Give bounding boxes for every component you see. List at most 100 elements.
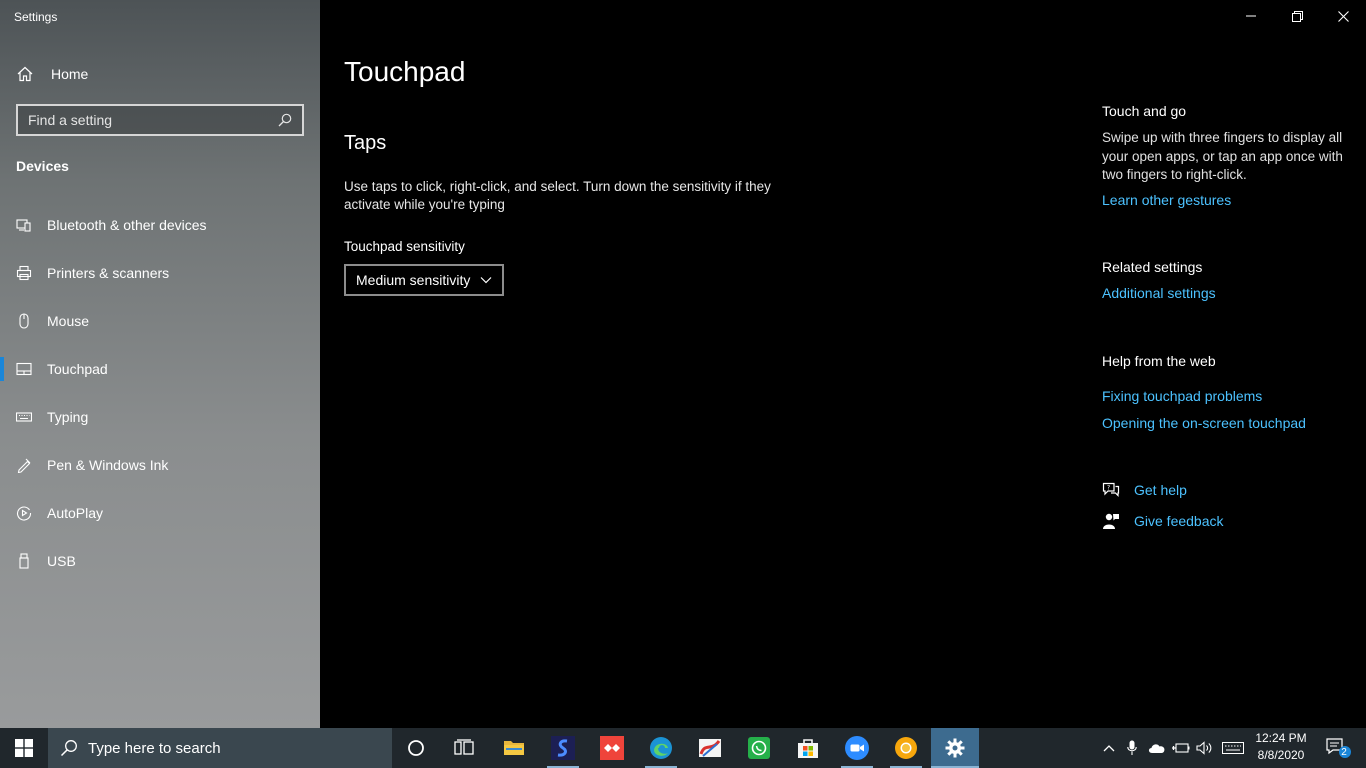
- slack-app-button[interactable]: [539, 728, 587, 768]
- touchpad-icon: [16, 361, 32, 377]
- restore-icon: [1291, 10, 1303, 22]
- restore-button[interactable]: [1274, 0, 1320, 32]
- get-help-row[interactable]: ? Get help: [1102, 481, 1187, 499]
- usb-icon: [16, 553, 32, 569]
- taskbar-clock[interactable]: 12:24 PM 8/8/2020: [1252, 730, 1310, 764]
- fixing-touchpad-link[interactable]: Fixing touchpad problems: [1102, 388, 1352, 404]
- whatsapp-icon: [748, 737, 770, 759]
- sensitivity-label: Touchpad sensitivity: [344, 239, 465, 254]
- zoom-icon: [845, 736, 869, 760]
- touch-text: Swipe up with three fingers to display a…: [1102, 130, 1343, 182]
- touch-heading: Touch and go: [1102, 103, 1187, 119]
- minimize-icon: [1246, 15, 1256, 17]
- settings-search-input[interactable]: [18, 112, 278, 128]
- onscreen-touchpad-link[interactable]: Opening the on-screen touchpad: [1102, 415, 1352, 431]
- taskbar-search-box[interactable]: Type here to search: [48, 728, 392, 768]
- bluetooth-devices-icon: [16, 217, 32, 233]
- sidebar-item-typing[interactable]: Typing: [0, 393, 320, 441]
- keyboard-icon: [16, 409, 32, 425]
- sidebar: Settings Home Devices Bluetooth & other …: [0, 0, 320, 728]
- home-nav-item[interactable]: Home: [16, 62, 88, 86]
- task-view-button[interactable]: [440, 728, 488, 768]
- learn-gestures-link[interactable]: Learn other gestures: [1102, 192, 1352, 208]
- edge-icon: [650, 737, 672, 759]
- sidebar-item-bluetooth[interactable]: Bluetooth & other devices: [0, 201, 320, 249]
- anydesk-icon: [600, 736, 624, 760]
- taskbar: Type here to search 12:24 PM 8/8/2020 2: [0, 728, 1366, 768]
- whatsapp-app-button[interactable]: [735, 728, 783, 768]
- chevron-up-icon: [1103, 745, 1115, 752]
- chrome-canary-app-button[interactable]: [882, 728, 930, 768]
- notification-badge: 2: [1341, 747, 1347, 758]
- printer-icon: [16, 265, 32, 281]
- sidebar-item-printers[interactable]: Printers & scanners: [0, 249, 320, 297]
- close-icon: [1337, 10, 1349, 22]
- store-app-button[interactable]: [784, 728, 832, 768]
- battery-tray-button[interactable]: [1170, 728, 1192, 768]
- minimize-button[interactable]: [1228, 0, 1274, 32]
- sidebar-nav: Bluetooth & other devices Printers & sca…: [0, 201, 320, 585]
- additional-settings-link[interactable]: Additional settings: [1102, 285, 1352, 301]
- settings-search-box[interactable]: [16, 104, 304, 136]
- sidebar-item-label: Bluetooth & other devices: [47, 217, 207, 233]
- give-feedback-row[interactable]: Give feedback: [1102, 512, 1224, 530]
- speaker-icon: [1196, 741, 1212, 755]
- taskbar-search-placeholder: Type here to search: [88, 739, 221, 757]
- start-button[interactable]: [0, 728, 48, 768]
- feedback-icon: [1103, 513, 1119, 529]
- mouse-icon: [16, 313, 32, 329]
- chrome-canary-icon: [895, 737, 917, 759]
- onedrive-tray-button[interactable]: [1146, 728, 1168, 768]
- show-hidden-icons-button[interactable]: [1098, 728, 1120, 768]
- settings-app-button[interactable]: [931, 728, 979, 768]
- anydesk-app-button[interactable]: [588, 728, 636, 768]
- input-keyboard-tray-button[interactable]: [1220, 728, 1246, 768]
- autoplay-icon: [16, 505, 32, 521]
- sidebar-item-touchpad[interactable]: Touchpad: [0, 345, 320, 393]
- sidebar-item-autoplay[interactable]: AutoPlay: [0, 489, 320, 537]
- get-help-link[interactable]: Get help: [1134, 482, 1187, 498]
- chevron-down-icon: [480, 277, 492, 284]
- web-heading: Help from the web: [1102, 353, 1216, 369]
- clock-date: 8/8/2020: [1257, 748, 1305, 762]
- file-explorer-button[interactable]: [490, 728, 538, 768]
- gear-icon: [945, 738, 965, 758]
- sidebar-item-mouse[interactable]: Mouse: [0, 297, 320, 345]
- get-help-icon: ?: [1102, 482, 1120, 497]
- search-icon[interactable]: [278, 113, 292, 127]
- keyboard-icon: [1222, 742, 1244, 754]
- cortana-button[interactable]: [392, 728, 440, 768]
- edge-app-button[interactable]: [637, 728, 685, 768]
- microphone-tray-button[interactable]: [1122, 728, 1142, 768]
- clock-time: 12:24 PM: [1255, 731, 1307, 745]
- sensitivity-value: Medium sensitivity: [356, 272, 471, 288]
- sidebar-item-label: Pen & Windows Ink: [47, 457, 169, 473]
- sidebar-item-label: AutoPlay: [47, 505, 104, 521]
- sensitivity-dropdown[interactable]: Medium sensitivity: [344, 264, 504, 296]
- sidebar-item-label: Touchpad: [47, 361, 108, 377]
- sidebar-item-label: Mouse: [47, 313, 90, 329]
- sidebar-item-pen[interactable]: Pen & Windows Ink: [0, 441, 320, 489]
- page-title: Touchpad: [344, 56, 466, 87]
- sidebar-item-usb[interactable]: USB: [0, 537, 320, 585]
- volume-tray-button[interactable]: [1194, 728, 1216, 768]
- section-heading-devices: Devices: [16, 158, 69, 174]
- related-heading: Related settings: [1102, 259, 1203, 275]
- pen-icon: [16, 457, 32, 473]
- store-icon: [798, 739, 818, 758]
- sidebar-item-label: Printers & scanners: [47, 265, 170, 281]
- battery-plug-icon: [1172, 743, 1190, 753]
- onedrive-cloud-icon: [1148, 744, 1165, 753]
- microphone-icon: [1127, 740, 1137, 755]
- touch-and-go-panel: Touch and go Swipe up with three fingers…: [1102, 103, 1352, 208]
- home-label: Home: [51, 66, 89, 82]
- close-button[interactable]: [1320, 0, 1366, 32]
- paint-icon: [699, 739, 721, 757]
- give-feedback-link[interactable]: Give feedback: [1134, 513, 1224, 529]
- cortana-icon: [408, 740, 424, 756]
- action-center-button[interactable]: 2: [1318, 728, 1358, 768]
- slack-icon: [551, 736, 575, 760]
- paint-app-button[interactable]: [686, 728, 734, 768]
- section-title-taps: Taps: [344, 132, 387, 154]
- zoom-app-button[interactable]: [833, 728, 881, 768]
